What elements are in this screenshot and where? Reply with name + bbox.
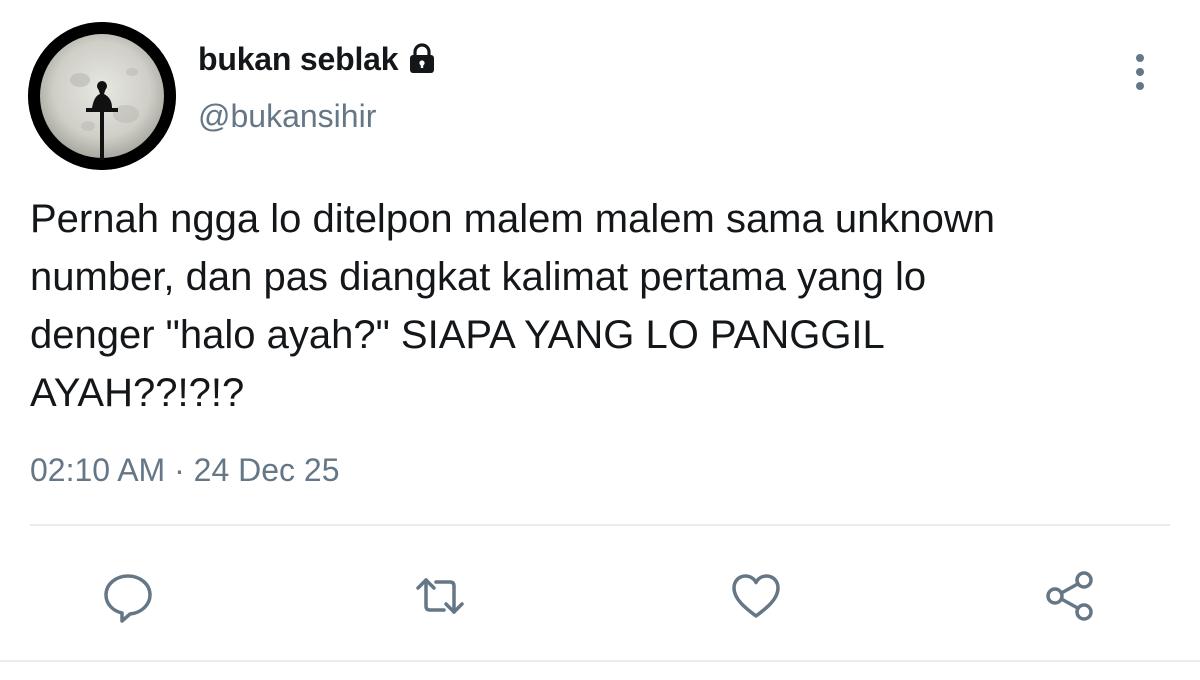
tweet-text: Pernah ngga lo ditelpon malem malem sama… <box>30 197 995 415</box>
display-name-row: bukan seblak <box>198 36 440 82</box>
display-name[interactable]: bukan seblak <box>198 41 399 78</box>
more-options-icon[interactable] <box>1122 48 1158 96</box>
like-icon <box>732 574 780 618</box>
like-button[interactable] <box>728 568 784 624</box>
lock-icon <box>404 41 440 77</box>
share-button[interactable] <box>1042 568 1098 624</box>
divider <box>30 524 1170 526</box>
retweet-icon <box>416 578 464 614</box>
tweet-timestamp[interactable]: 02:10 AM · 24 Dec 25 <box>30 452 340 489</box>
tweet-card: bukan seblak @bukansihir Pernah ngga lo … <box>0 0 1200 680</box>
bottom-divider <box>0 660 1200 662</box>
retweet-button[interactable] <box>412 568 468 624</box>
moon-silhouette-avatar <box>28 22 176 170</box>
avatar[interactable] <box>28 22 176 170</box>
user-handle[interactable]: @bukansihir <box>198 98 376 135</box>
reply-icon <box>104 574 152 623</box>
share-icon <box>1046 571 1093 621</box>
reply-button[interactable] <box>100 568 156 624</box>
